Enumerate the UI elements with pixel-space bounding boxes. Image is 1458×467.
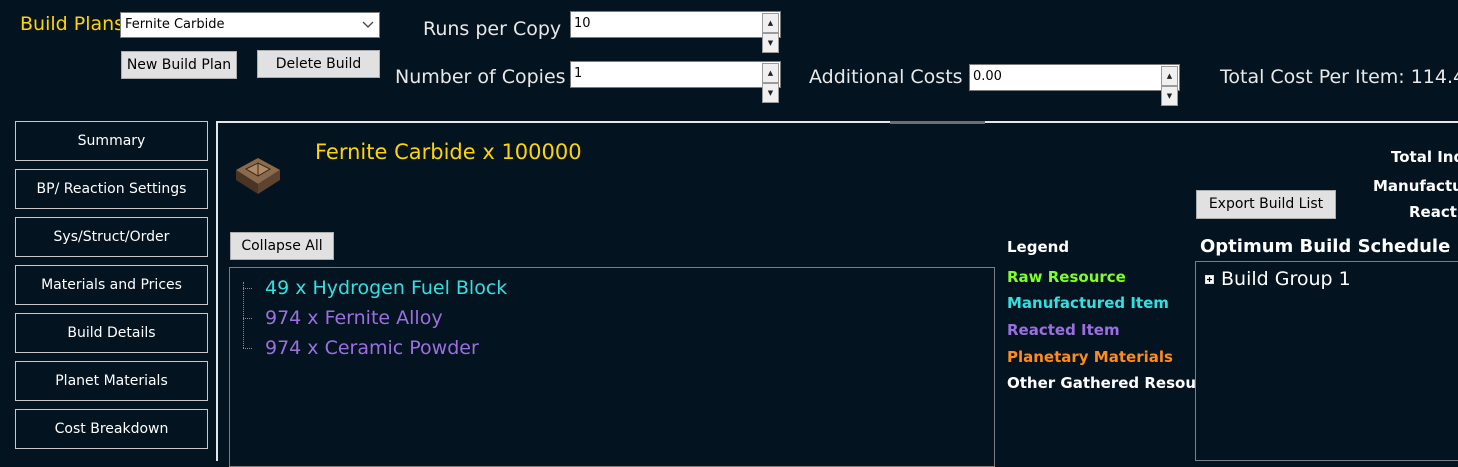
tree-item[interactable]: 49 x Hydrogen Fuel Block (265, 277, 507, 299)
tree-item[interactable]: 974 x Fernite Alloy (265, 307, 443, 329)
manufacturing-label: Manufactu (1373, 177, 1458, 195)
tree-connector (243, 288, 252, 289)
product-title: Fernite Carbide x 100000 (315, 140, 582, 164)
spin-down-icon[interactable]: ▼ (1161, 86, 1178, 106)
nav-summary[interactable]: Summary (15, 121, 208, 161)
export-build-list-button[interactable]: Export Build List (1196, 190, 1336, 219)
spin-up-icon[interactable]: ▲ (762, 63, 779, 83)
nav-materials-and-prices[interactable]: Materials and Prices (15, 265, 208, 305)
build-plan-select[interactable]: Fernite Carbide (120, 12, 380, 38)
tab-strip-indicator (890, 121, 985, 124)
number-of-copies-label: Number of Copies (395, 66, 566, 88)
build-plan-selected-value: Fernite Carbide (125, 17, 225, 32)
build-tree[interactable]: 49 x Hydrogen Fuel Block 974 x Fernite A… (229, 267, 995, 467)
fernite-carbide-icon (236, 158, 280, 194)
additional-costs-input[interactable]: 0.00 ▲ ▼ (969, 64, 1180, 106)
legend-title: Legend (1007, 238, 1070, 256)
legend-planetary-materials: Planetary Materials (1007, 348, 1173, 366)
reaction-label: Reacti (1409, 203, 1458, 221)
runs-per-copy-input[interactable]: 10 ▲ ▼ (570, 11, 781, 53)
nav-planet-materials[interactable]: Planet Materials (15, 361, 208, 401)
tree-item-label: 974 x Fernite Alloy (265, 307, 443, 329)
number-of-copies-value: 1 (574, 66, 583, 81)
nav-cost-breakdown[interactable]: Cost Breakdown (15, 409, 208, 449)
spin-down-icon[interactable]: ▼ (762, 33, 779, 53)
additional-costs-value: 0.00 (973, 69, 1002, 84)
runs-per-copy-value: 10 (574, 16, 591, 31)
tree-item[interactable]: 974 x Ceramic Powder (265, 337, 479, 359)
chevron-down-icon (362, 21, 374, 28)
additional-costs-label: Additional Costs (809, 66, 963, 88)
tree-item-label: 49 x Hydrogen Fuel Block (265, 277, 508, 299)
legend-other-gathered: Other Gathered Resourc (1007, 374, 1195, 392)
total-industry-label: Total Ind (1391, 148, 1458, 166)
nav-build-details[interactable]: Build Details (15, 313, 208, 353)
legend-manufactured-item: Manufactured Item (1007, 294, 1169, 312)
nav-bp-reaction-settings[interactable]: BP/ Reaction Settings (15, 169, 208, 209)
delete-build-button[interactable]: Delete Build (257, 50, 380, 78)
new-build-plan-button[interactable]: New Build Plan (121, 51, 237, 79)
build-plans-label: Build Plans (20, 13, 125, 35)
tree-item-label: 974 x Ceramic Powder (265, 337, 479, 359)
legend-raw-resource: Raw Resource (1007, 268, 1126, 286)
runs-per-copy-label: Runs per Copy (423, 18, 562, 40)
total-cost-per-item: Total Cost Per Item: 114.42 i (1220, 66, 1458, 88)
expand-plus-icon[interactable] (1205, 275, 1214, 284)
schedule-title: Optimum Build Schedule (1200, 236, 1451, 257)
collapse-all-button[interactable]: Collapse All (230, 232, 334, 260)
tree-connector (243, 282, 244, 348)
number-of-copies-input[interactable]: 1 ▲ ▼ (570, 61, 781, 103)
spin-down-icon[interactable]: ▼ (762, 83, 779, 103)
spin-up-icon[interactable]: ▲ (762, 13, 779, 33)
tree-connector (243, 318, 252, 319)
spin-up-icon[interactable]: ▲ (1161, 66, 1178, 86)
build-schedule-tree[interactable]: Build Group 1 (1195, 261, 1458, 461)
build-group-item[interactable]: Build Group 1 (1221, 268, 1351, 290)
tree-connector (243, 348, 252, 349)
legend-reacted-item: Reacted Item (1007, 321, 1120, 339)
nav-sys-struct-order[interactable]: Sys/Struct/Order (15, 217, 208, 257)
